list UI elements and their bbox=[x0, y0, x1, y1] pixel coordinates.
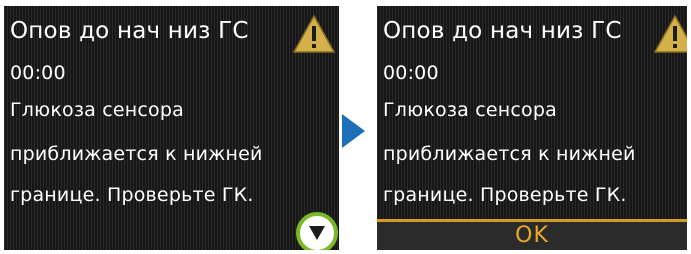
alert-time: 00:00 bbox=[383, 62, 439, 84]
pump-screen-alert-step2: Опов до нач низ ГС 00:00 Глюкоза сенсора… bbox=[377, 6, 687, 250]
warning-triangle-icon bbox=[653, 14, 687, 54]
alert-message-line-1: Глюкоза сенсора bbox=[383, 99, 557, 121]
alert-title: Опов до нач низ ГС bbox=[10, 18, 249, 44]
alert-title: Опов до нач низ ГС bbox=[383, 18, 622, 44]
ok-button[interactable]: OK bbox=[377, 219, 687, 250]
scroll-down-icon[interactable] bbox=[296, 212, 338, 250]
alert-message-line-2: приближается к нижней bbox=[10, 143, 263, 165]
alert-time: 00:00 bbox=[10, 62, 66, 84]
alert-message-line-3: границе. Проверьте ГК. bbox=[383, 184, 627, 206]
alert-message-line-3: границе. Проверьте ГК. bbox=[10, 184, 254, 206]
pump-screen-alert-step1: Опов до нач низ ГС 00:00 Глюкоза сенсора… bbox=[4, 6, 339, 250]
ok-button-label: OK bbox=[515, 223, 549, 248]
next-step-arrow-icon bbox=[339, 112, 367, 150]
warning-triangle-icon bbox=[292, 14, 336, 54]
alert-message-line-2: приближается к нижней bbox=[383, 143, 636, 165]
alert-message-line-1: Глюкоза сенсора bbox=[10, 99, 184, 121]
